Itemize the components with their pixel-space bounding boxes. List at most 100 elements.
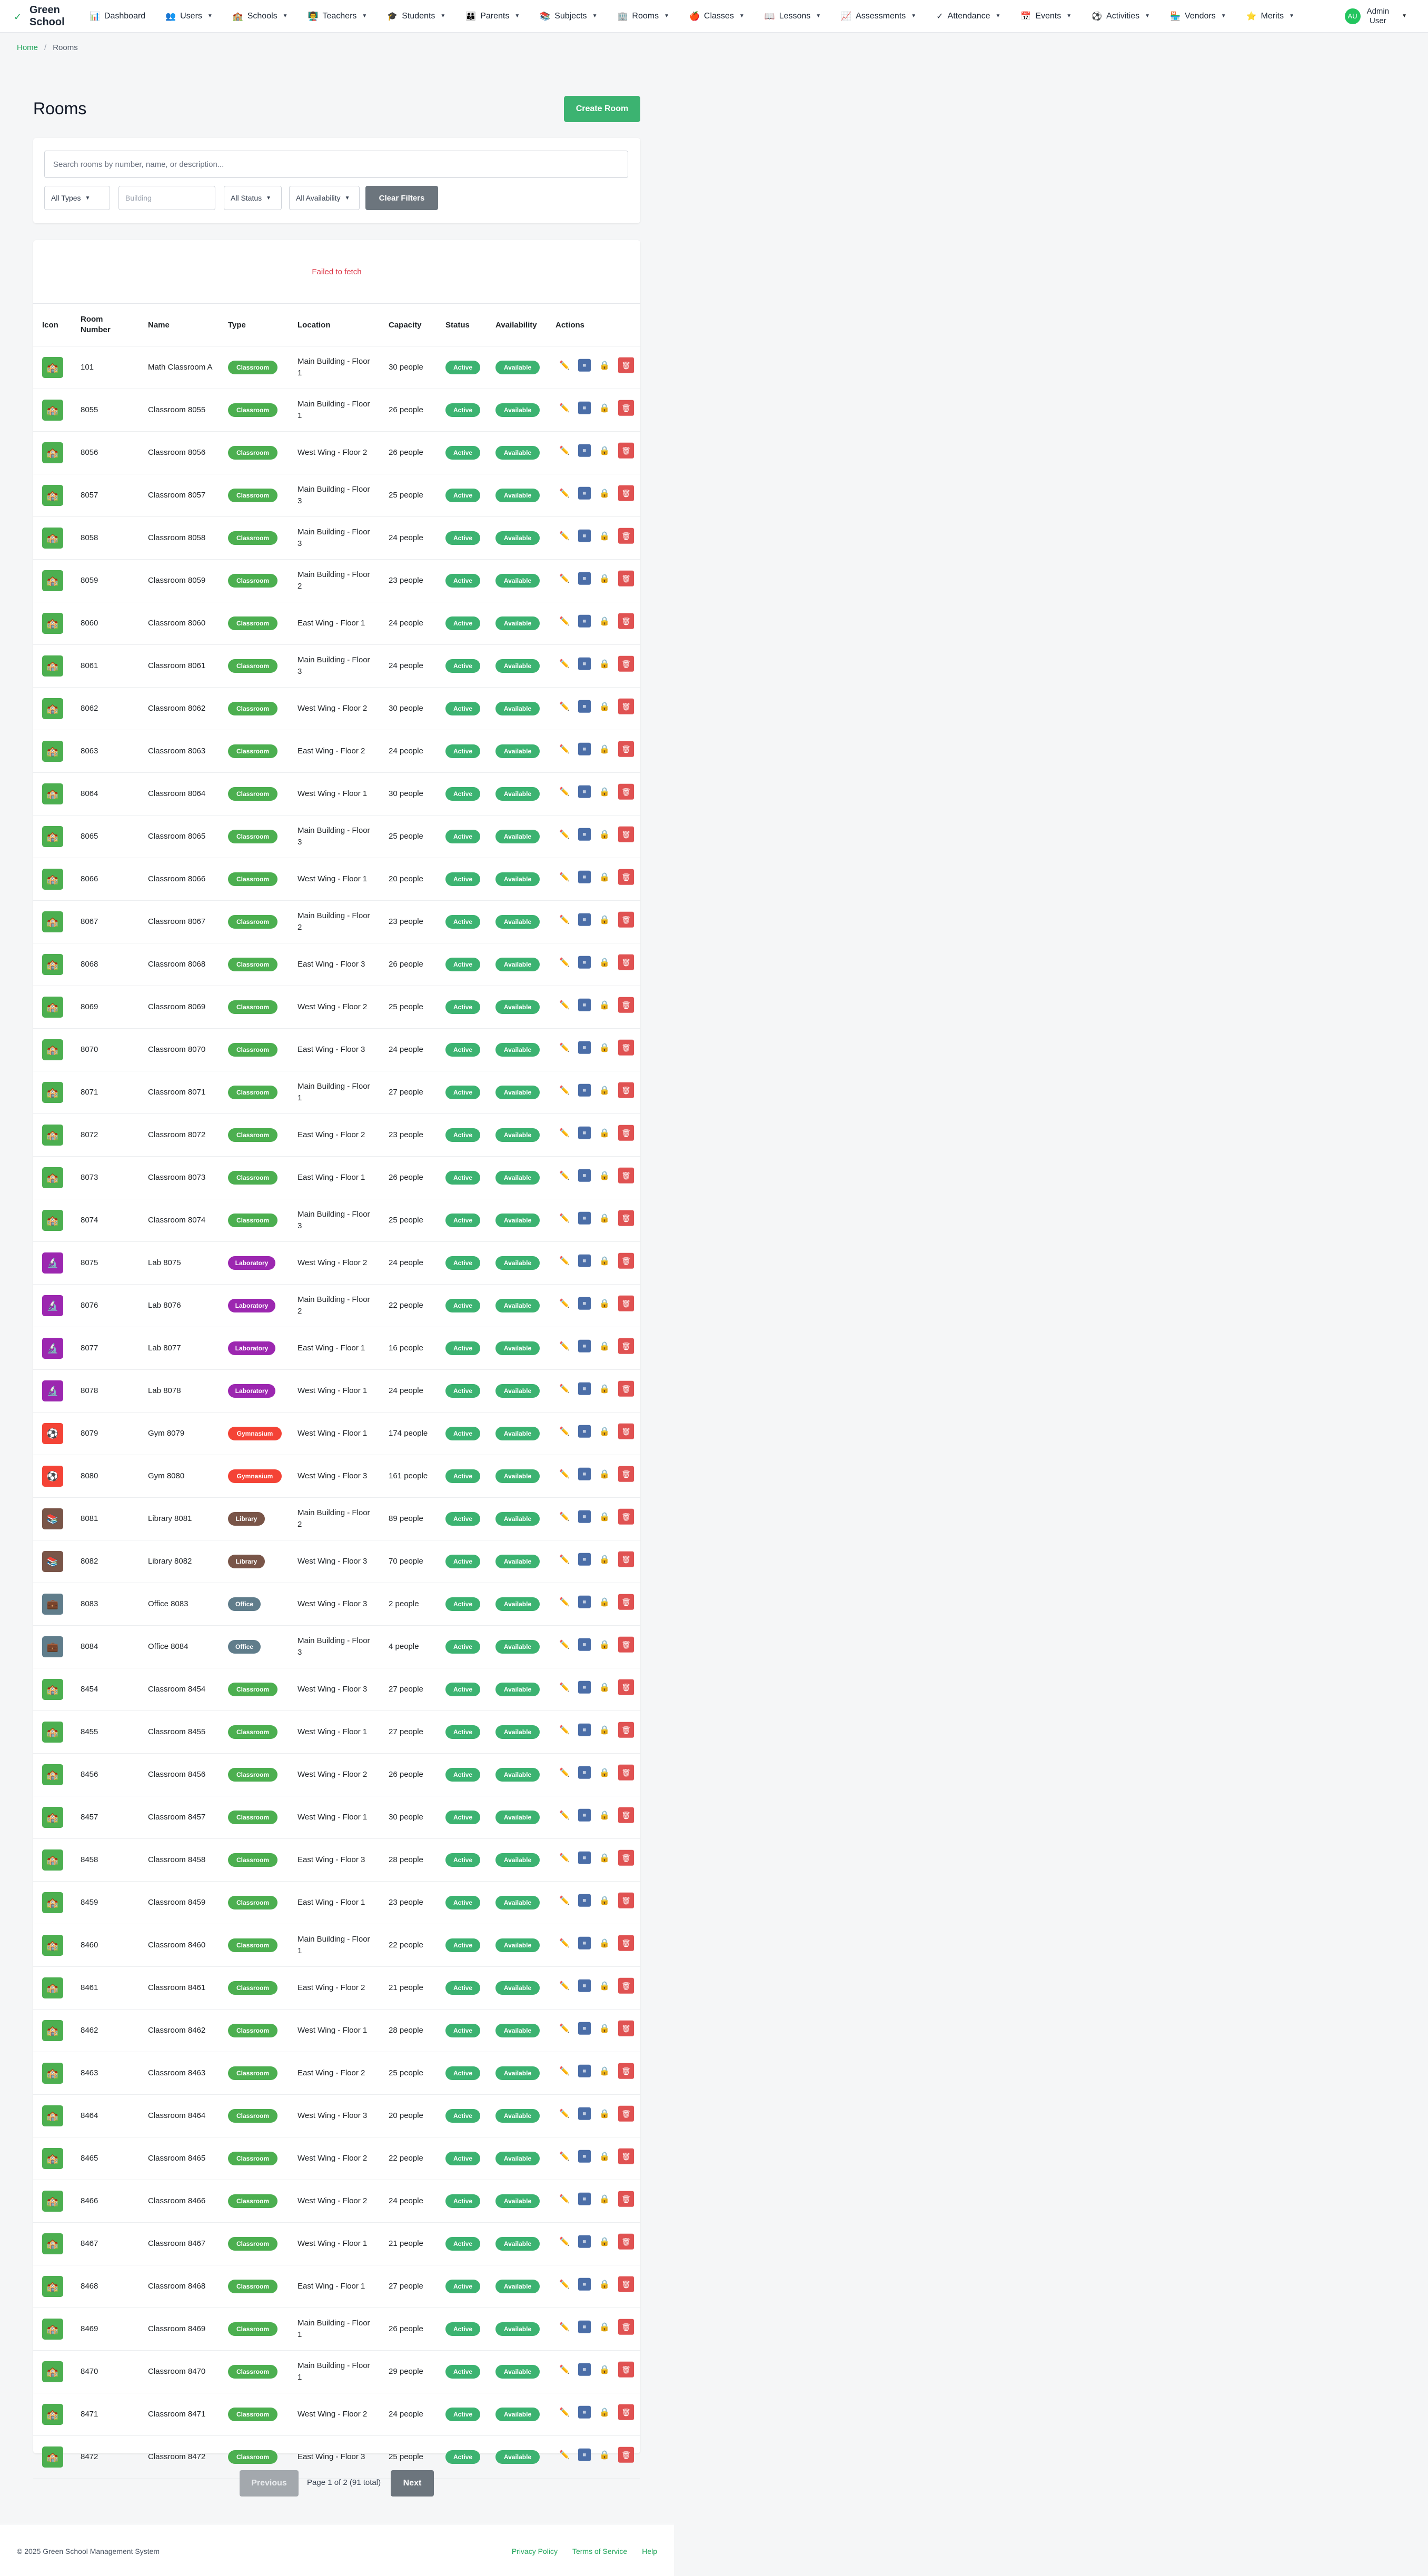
edit-pencil-icon[interactable]: ✏️	[558, 743, 571, 755]
edit-pencil-icon[interactable]: ✏️	[558, 828, 571, 841]
pause-icon[interactable]: ⏸	[578, 2064, 591, 2077]
delete-trash-icon[interactable]: 🗑	[618, 869, 634, 885]
lock-icon[interactable]: 🔒	[598, 2150, 611, 2163]
edit-pencil-icon[interactable]: ✏️	[558, 1212, 571, 1225]
edit-pencil-icon[interactable]: ✏️	[558, 1937, 571, 1950]
lock-icon[interactable]: 🔒	[598, 1937, 611, 1950]
pause-icon[interactable]: ⏸	[578, 1169, 591, 1182]
lock-icon[interactable]: 🔒	[598, 1894, 611, 1907]
delete-trash-icon[interactable]: 🗑	[618, 1082, 634, 1098]
delete-trash-icon[interactable]: 🗑	[618, 2233, 634, 2250]
delete-trash-icon[interactable]: 🗑	[618, 2446, 634, 2463]
nav-item-users[interactable]: 👥 Users ▼	[165, 11, 213, 22]
delete-trash-icon[interactable]: 🗑	[618, 954, 634, 970]
edit-pencil-icon[interactable]: ✏️	[558, 2107, 571, 2120]
delete-trash-icon[interactable]: 🗑	[618, 655, 634, 672]
lock-icon[interactable]: 🔒	[598, 1553, 611, 1566]
delete-trash-icon[interactable]: 🗑	[618, 570, 634, 586]
edit-pencil-icon[interactable]: ✏️	[558, 1766, 571, 1779]
delete-trash-icon[interactable]: 🗑	[618, 2404, 634, 2420]
delete-trash-icon[interactable]: 🗑	[618, 357, 634, 373]
user-menu[interactable]: AU Admin User ▼	[1344, 7, 1407, 26]
edit-pencil-icon[interactable]: ✏️	[558, 2022, 571, 2035]
edit-pencil-icon[interactable]: ✏️	[558, 2363, 571, 2376]
pause-icon[interactable]: ⏸	[578, 742, 591, 755]
lock-icon[interactable]: 🔒	[598, 444, 611, 457]
delete-trash-icon[interactable]: 🗑	[618, 1594, 634, 1610]
lock-icon[interactable]: 🔒	[598, 1468, 611, 1480]
pause-icon[interactable]: ⏸	[578, 785, 591, 798]
pause-icon[interactable]: ⏸	[578, 1680, 591, 1694]
delete-trash-icon[interactable]: 🗑	[618, 1722, 634, 1738]
edit-pencil-icon[interactable]: ✏️	[558, 2235, 571, 2248]
previous-page-button[interactable]: Previous	[240, 2470, 299, 2497]
delete-trash-icon[interactable]: 🗑	[618, 1508, 634, 1525]
edit-pencil-icon[interactable]: ✏️	[558, 444, 571, 457]
pause-icon[interactable]: ⏸	[578, 2363, 591, 2376]
edit-pencil-icon[interactable]: ✏️	[558, 785, 571, 798]
delete-trash-icon[interactable]: 🗑	[618, 2020, 634, 2036]
delete-trash-icon[interactable]: 🗑	[618, 1551, 634, 1567]
lock-icon[interactable]: 🔒	[598, 2363, 611, 2376]
status-select[interactable]: All Status ▼	[224, 186, 282, 210]
nav-item-merits[interactable]: ⭐ Merits ▼	[1246, 11, 1294, 22]
delete-trash-icon[interactable]: 🗑	[618, 1807, 634, 1823]
nav-item-classes[interactable]: 🍎 Classes ▼	[689, 11, 745, 22]
pause-icon[interactable]: ⏸	[578, 2277, 591, 2291]
delete-trash-icon[interactable]: 🗑	[618, 1252, 634, 1269]
nav-item-teachers[interactable]: 👨‍🏫 Teachers ▼	[308, 11, 368, 22]
pause-icon[interactable]: ⏸	[578, 2022, 591, 2035]
edit-pencil-icon[interactable]: ✏️	[558, 1468, 571, 1480]
edit-pencil-icon[interactable]: ✏️	[558, 1980, 571, 1992]
lock-icon[interactable]: 🔒	[598, 1255, 611, 1267]
delete-trash-icon[interactable]: 🗑	[618, 1125, 634, 1141]
lock-icon[interactable]: 🔒	[598, 828, 611, 841]
edit-pencil-icon[interactable]: ✏️	[558, 1041, 571, 1054]
nav-item-dashboard[interactable]: 📊 Dashboard	[90, 11, 145, 22]
lock-icon[interactable]: 🔒	[598, 359, 611, 372]
delete-trash-icon[interactable]: 🗑	[618, 1636, 634, 1653]
pause-icon[interactable]: ⏸	[578, 2192, 591, 2205]
edit-pencil-icon[interactable]: ✏️	[558, 359, 571, 372]
delete-trash-icon[interactable]: 🗑	[618, 1849, 634, 1866]
pause-icon[interactable]: ⏸	[578, 700, 591, 713]
delete-trash-icon[interactable]: 🗑	[618, 2148, 634, 2164]
delete-trash-icon[interactable]: 🗑	[618, 442, 634, 459]
pause-icon[interactable]: ⏸	[578, 2235, 591, 2248]
delete-trash-icon[interactable]: 🗑	[618, 1466, 634, 1482]
lock-icon[interactable]: 🔒	[598, 700, 611, 713]
edit-pencil-icon[interactable]: ✏️	[558, 1425, 571, 1438]
edit-pencil-icon[interactable]: ✏️	[558, 1169, 571, 1182]
edit-pencil-icon[interactable]: ✏️	[558, 1852, 571, 1864]
edit-pencil-icon[interactable]: ✏️	[558, 999, 571, 1011]
pause-icon[interactable]: ⏸	[578, 956, 591, 969]
privacy-policy-link[interactable]: Privacy Policy	[512, 2547, 558, 2555]
edit-pencil-icon[interactable]: ✏️	[558, 700, 571, 713]
delete-trash-icon[interactable]: 🗑	[618, 528, 634, 544]
lock-icon[interactable]: 🔒	[598, 2107, 611, 2120]
pause-icon[interactable]: ⏸	[578, 529, 591, 542]
lock-icon[interactable]: 🔒	[598, 2321, 611, 2333]
delete-trash-icon[interactable]: 🗑	[618, 1210, 634, 1226]
nav-item-parents[interactable]: 👪 Parents ▼	[465, 11, 520, 22]
edit-pencil-icon[interactable]: ✏️	[558, 615, 571, 628]
edit-pencil-icon[interactable]: ✏️	[558, 1724, 571, 1736]
pause-icon[interactable]: ⏸	[578, 1936, 591, 1950]
delete-trash-icon[interactable]: 🗑	[618, 1039, 634, 1056]
pause-icon[interactable]: ⏸	[578, 572, 591, 585]
lock-icon[interactable]: 🔒	[598, 871, 611, 883]
edit-pencil-icon[interactable]: ✏️	[558, 871, 571, 883]
delete-trash-icon[interactable]: 🗑	[618, 2063, 634, 2079]
delete-trash-icon[interactable]: 🗑	[618, 400, 634, 416]
edit-pencil-icon[interactable]: ✏️	[558, 1510, 571, 1523]
edit-pencil-icon[interactable]: ✏️	[558, 1383, 571, 1395]
lock-icon[interactable]: 🔒	[598, 913, 611, 926]
pause-icon[interactable]: ⏸	[578, 1766, 591, 1779]
pause-icon[interactable]: ⏸	[578, 1339, 591, 1352]
lock-icon[interactable]: 🔒	[598, 1852, 611, 1864]
availability-select[interactable]: All Availability ▼	[289, 186, 360, 210]
lock-icon[interactable]: 🔒	[598, 1041, 611, 1054]
lock-icon[interactable]: 🔒	[598, 1766, 611, 1779]
next-page-button[interactable]: Next	[391, 2470, 434, 2497]
delete-trash-icon[interactable]: 🗑	[618, 1380, 634, 1397]
